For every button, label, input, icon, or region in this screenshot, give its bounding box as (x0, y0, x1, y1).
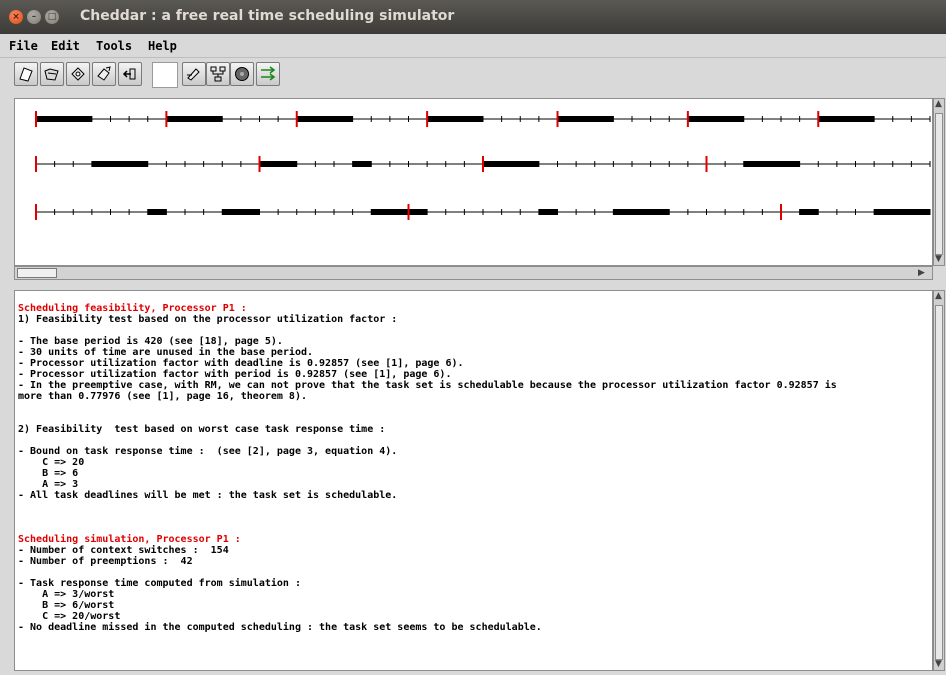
execution-block (371, 209, 428, 215)
log-line: - No deadline missed in the computed sch… (18, 622, 542, 633)
log-line: - Processor utilization factor with dead… (18, 358, 464, 369)
execution-block (557, 116, 614, 122)
log-line: - All task deadlines will be met : the t… (18, 490, 398, 501)
save-icon (71, 67, 85, 81)
timeline-pane[interactable] (14, 98, 933, 266)
edit-button[interactable] (182, 62, 206, 86)
timeline-chart (35, 111, 931, 220)
menu-bar: File Edit Tools Help (0, 34, 946, 58)
window-title: Cheddar : a free real time scheduling si… (80, 8, 455, 24)
edit-icon (187, 68, 200, 81)
exit-icon (122, 68, 136, 80)
network-icon (210, 66, 226, 82)
analysis-log-pane[interactable]: Scheduling feasibility, Processor P1 :1)… (14, 290, 933, 671)
save-as-button[interactable] (92, 62, 116, 86)
execution-block (296, 116, 353, 122)
open-folder-icon (44, 68, 59, 81)
open-folder-button[interactable] (40, 62, 64, 86)
execution-block (166, 116, 223, 122)
blank-field[interactable] (152, 62, 178, 88)
analysis-log: Scheduling feasibility, Processor P1 :1)… (15, 291, 932, 633)
log-line: - In the preemptive case, with RM, we ca… (18, 380, 837, 391)
network-button[interactable] (206, 62, 230, 86)
log-line: - Processor utilization factor with peri… (18, 369, 452, 380)
scrollbar-thumb[interactable] (935, 113, 943, 255)
save-button[interactable] (66, 62, 90, 86)
scrollbar-thumb[interactable] (935, 305, 943, 660)
execution-block (538, 209, 558, 215)
new-file-button[interactable] (14, 62, 38, 86)
execution-block (259, 161, 297, 167)
toolbar (0, 58, 946, 92)
timeline-horizontal-scrollbar[interactable]: ▶ (14, 266, 933, 280)
menu-tools[interactable]: Tools (96, 39, 132, 53)
log-line: C => 20/worst (18, 611, 121, 622)
log-line: - Bound on task response time : (see [2]… (18, 446, 398, 457)
log-line: - Number of context switches : 154 (18, 545, 229, 556)
log-line: - 30 units of time are unused in the bas… (18, 347, 314, 358)
scroll-right-arrow-icon[interactable]: ▶ (918, 268, 925, 278)
execution-block (222, 209, 260, 215)
execution-block (352, 161, 372, 167)
log-vertical-scrollbar[interactable]: ▲ ▼ (933, 290, 945, 671)
execution-block (427, 116, 483, 122)
scheduling-icon (235, 67, 249, 81)
log-line: C => 20 (18, 457, 85, 468)
execution-block (147, 209, 167, 215)
exit-button[interactable] (118, 62, 142, 86)
log-line: 2) Feasibility test based on worst case … (18, 424, 386, 435)
simulate-icon (261, 66, 276, 81)
execution-block (36, 116, 92, 122)
menu-file[interactable]: File (9, 39, 38, 53)
execution-block (874, 209, 930, 215)
execution-block (743, 161, 800, 167)
execution-block (799, 209, 819, 215)
log-line: Scheduling simulation, Processor P1 : (18, 534, 241, 545)
execution-block (483, 161, 539, 167)
execution-block (687, 116, 744, 122)
log-line: 1) Feasibility test based on the process… (18, 314, 398, 325)
simulate-button[interactable] (256, 62, 280, 86)
log-line: more than 0.77976 (see [1], page 16, the… (18, 391, 307, 402)
new-file-icon (19, 67, 33, 82)
menu-edit[interactable]: Edit (51, 39, 80, 53)
log-line: B => 6/worst (18, 600, 115, 611)
log-line: - Number of preemptions : 42 (18, 556, 193, 567)
minimize-window-button[interactable]: – (27, 10, 41, 24)
execution-block (91, 161, 148, 167)
maximize-window-button[interactable]: □ (45, 10, 59, 24)
log-line: - Task response time computed from simul… (18, 578, 301, 589)
scroll-down-arrow-icon[interactable]: ▼ (935, 254, 942, 264)
menu-help[interactable]: Help (148, 39, 177, 53)
scrollbar-thumb[interactable] (17, 268, 57, 278)
log-line: A => 3 (18, 479, 79, 490)
log-line: - The base period is 420 (see [18], page… (18, 336, 283, 347)
timeline-vertical-scrollbar[interactable]: ▲ ▼ (933, 98, 945, 266)
scroll-down-arrow-icon[interactable]: ▼ (935, 659, 942, 669)
close-window-button[interactable]: × (9, 10, 23, 24)
save-as-icon (97, 66, 111, 81)
title-bar: × – □ Cheddar : a free real time schedul… (0, 0, 946, 34)
log-line: A => 3/worst (18, 589, 115, 600)
pane-splitter[interactable] (0, 280, 946, 290)
scroll-up-arrow-icon[interactable]: ▲ (935, 99, 942, 109)
scheduling-button[interactable] (230, 62, 254, 86)
execution-block (613, 209, 670, 215)
scroll-up-arrow-icon[interactable]: ▲ (935, 291, 942, 301)
execution-block (818, 116, 875, 122)
log-line: B => 6 (18, 468, 79, 479)
log-line: Scheduling feasibility, Processor P1 : (18, 303, 247, 314)
